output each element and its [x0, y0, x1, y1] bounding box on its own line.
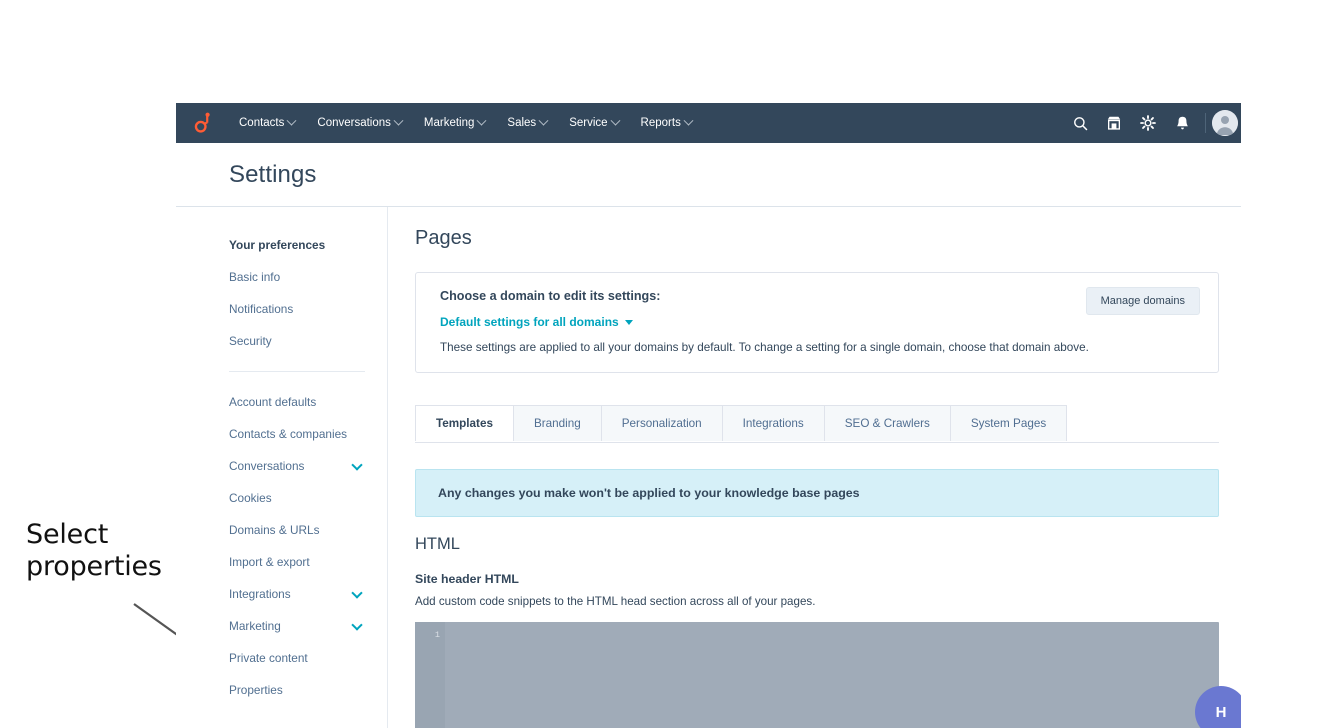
sidebar-item-label: Conversations: [229, 459, 305, 473]
nav-item-conversations[interactable]: Conversations: [306, 111, 413, 135]
sidebar-item-label: Integrations: [229, 587, 291, 601]
nav-item-label: Reports: [640, 117, 681, 129]
sidebar-item-domains-urls[interactable]: Domains & URLs: [229, 514, 387, 546]
sidebar-item-label: Account defaults: [229, 395, 317, 409]
sidebar-item-private-content[interactable]: Private content: [229, 642, 387, 674]
sidebar-item-label: Notifications: [229, 302, 294, 316]
sidebar-item-your-preferences[interactable]: Your preferences: [229, 229, 387, 261]
app-window: Contacts Conversations Marketing Sales S…: [176, 103, 1241, 728]
sidebar-item-cookies[interactable]: Cookies: [229, 482, 387, 514]
user-avatar[interactable]: [1212, 110, 1238, 136]
chevron-down-icon: [351, 586, 363, 599]
tab-label: SEO & Crawlers: [844, 417, 930, 430]
chevron-down-icon: [351, 458, 363, 471]
search-icon[interactable]: [1063, 103, 1097, 143]
sidebar-item-label: Your preferences: [229, 238, 326, 252]
tabs-underline: [415, 442, 1219, 443]
screenshot-root: Select properties Contacts Conversations…: [0, 0, 1339, 728]
sidebar-item-contacts-companies[interactable]: Contacts & companies: [229, 418, 387, 450]
sidebar-item-label: Marketing: [229, 619, 281, 633]
sidebar-item-import-export[interactable]: Import & export: [229, 546, 387, 578]
nav-menu: Contacts Conversations Marketing Sales S…: [228, 111, 703, 135]
nav-item-label: Sales: [507, 117, 537, 129]
site-header-html-label: Site header HTML: [415, 572, 519, 586]
site-header-html-code-editor[interactable]: 1: [415, 622, 1219, 728]
tabs-container: Templates Branding Personalization Integ…: [415, 405, 1219, 443]
chevron-down-icon: [624, 319, 633, 325]
manage-domains-button[interactable]: Manage domains: [1085, 287, 1200, 315]
code-line-number: 1: [434, 630, 440, 640]
top-navigation-bar: Contacts Conversations Marketing Sales S…: [176, 103, 1241, 143]
sidebar-item-basic-info[interactable]: Basic info: [229, 261, 387, 293]
nav-divider: [1205, 113, 1206, 133]
nav-item-label: Marketing: [423, 117, 475, 129]
nav-item-label: Conversations: [317, 117, 391, 129]
domain-card-description: These settings are applied to all your d…: [440, 341, 1089, 354]
sidebar-item-conversations[interactable]: Conversations: [229, 450, 387, 482]
sidebar-item-integrations[interactable]: Integrations: [229, 578, 387, 610]
tab-templates[interactable]: Templates: [415, 405, 514, 442]
tabs-list: Templates Branding Personalization Integ…: [415, 405, 1219, 442]
tab-branding[interactable]: Branding: [513, 405, 602, 441]
html-section-heading: HTML: [415, 535, 460, 553]
sidebar-item-label: Domains & URLs: [229, 523, 320, 537]
tab-label: Templates: [436, 417, 493, 430]
nav-right-actions: [1063, 103, 1241, 143]
sidebar-divider: [229, 371, 365, 372]
domain-settings-card: Choose a domain to edit its settings: De…: [415, 272, 1219, 373]
tab-label: System Pages: [970, 417, 1047, 430]
nav-item-label: Contacts: [239, 117, 285, 129]
hubspot-sprocket-logo[interactable]: [188, 110, 218, 136]
chevron-down-icon: [286, 115, 297, 126]
tab-system-pages[interactable]: System Pages: [950, 405, 1068, 441]
sidebar-item-properties[interactable]: Properties: [229, 674, 387, 706]
tab-label: Personalization: [621, 417, 702, 430]
nav-item-contacts[interactable]: Contacts: [228, 111, 306, 135]
tab-personalization[interactable]: Personalization: [601, 405, 723, 441]
code-editor-gutter: 1: [415, 622, 445, 728]
nav-item-label: Service: [569, 117, 608, 129]
sidebar-item-label: Properties: [229, 683, 283, 697]
sidebar-item-label: Security: [229, 334, 272, 348]
sidebar-item-marketing[interactable]: Marketing: [229, 610, 387, 642]
tab-seo-crawlers[interactable]: SEO & Crawlers: [824, 405, 951, 441]
nav-item-reports[interactable]: Reports: [630, 111, 703, 135]
domain-select-label: Default settings for all domains: [440, 315, 619, 329]
page-title: Settings: [229, 160, 317, 188]
sidebar-item-label: Import & export: [229, 555, 310, 569]
content-page-title: Pages: [415, 227, 472, 249]
nav-item-marketing[interactable]: Marketing: [413, 111, 497, 135]
marketplace-icon[interactable]: [1097, 103, 1131, 143]
settings-sidebar: Your preferences Basic info Notification…: [176, 207, 388, 728]
sidebar-item-security[interactable]: Security: [229, 325, 387, 357]
nav-item-service[interactable]: Service: [558, 111, 629, 135]
nav-item-sales[interactable]: Sales: [496, 111, 558, 135]
chevron-down-icon: [538, 115, 549, 126]
settings-gear-icon[interactable]: [1131, 103, 1165, 143]
chevron-down-icon: [683, 115, 694, 126]
settings-header: Settings: [176, 143, 1241, 206]
sidebar-item-label: Basic info: [229, 270, 281, 284]
tab-integrations[interactable]: Integrations: [722, 405, 825, 441]
sidebar-item-account-defaults[interactable]: Account defaults: [229, 386, 387, 418]
chevron-down-icon: [351, 618, 363, 631]
domain-select-dropdown[interactable]: Default settings for all domains: [440, 315, 633, 329]
tab-label: Integrations: [742, 417, 804, 430]
sidebar-item-label: Contacts & companies: [229, 427, 348, 441]
chevron-down-icon: [610, 115, 620, 126]
tab-label: Branding: [533, 417, 581, 430]
notifications-bell-icon[interactable]: [1165, 103, 1199, 143]
body-split: Your preferences Basic info Notification…: [176, 207, 1241, 728]
site-header-html-help: Add custom code snippets to the HTML hea…: [415, 595, 816, 608]
chevron-down-icon: [476, 115, 487, 126]
sidebar-item-label: Private content: [229, 651, 308, 665]
chevron-down-icon: [393, 115, 404, 126]
sidebar-item-notifications[interactable]: Notifications: [229, 293, 387, 325]
chat-widget-label: H: [1215, 703, 1227, 721]
sidebar-item-label: Cookies: [229, 491, 272, 505]
info-alert-banner: Any changes you make won't be applied to…: [415, 469, 1219, 517]
main-content: Pages Choose a domain to edit its settin…: [388, 207, 1241, 728]
